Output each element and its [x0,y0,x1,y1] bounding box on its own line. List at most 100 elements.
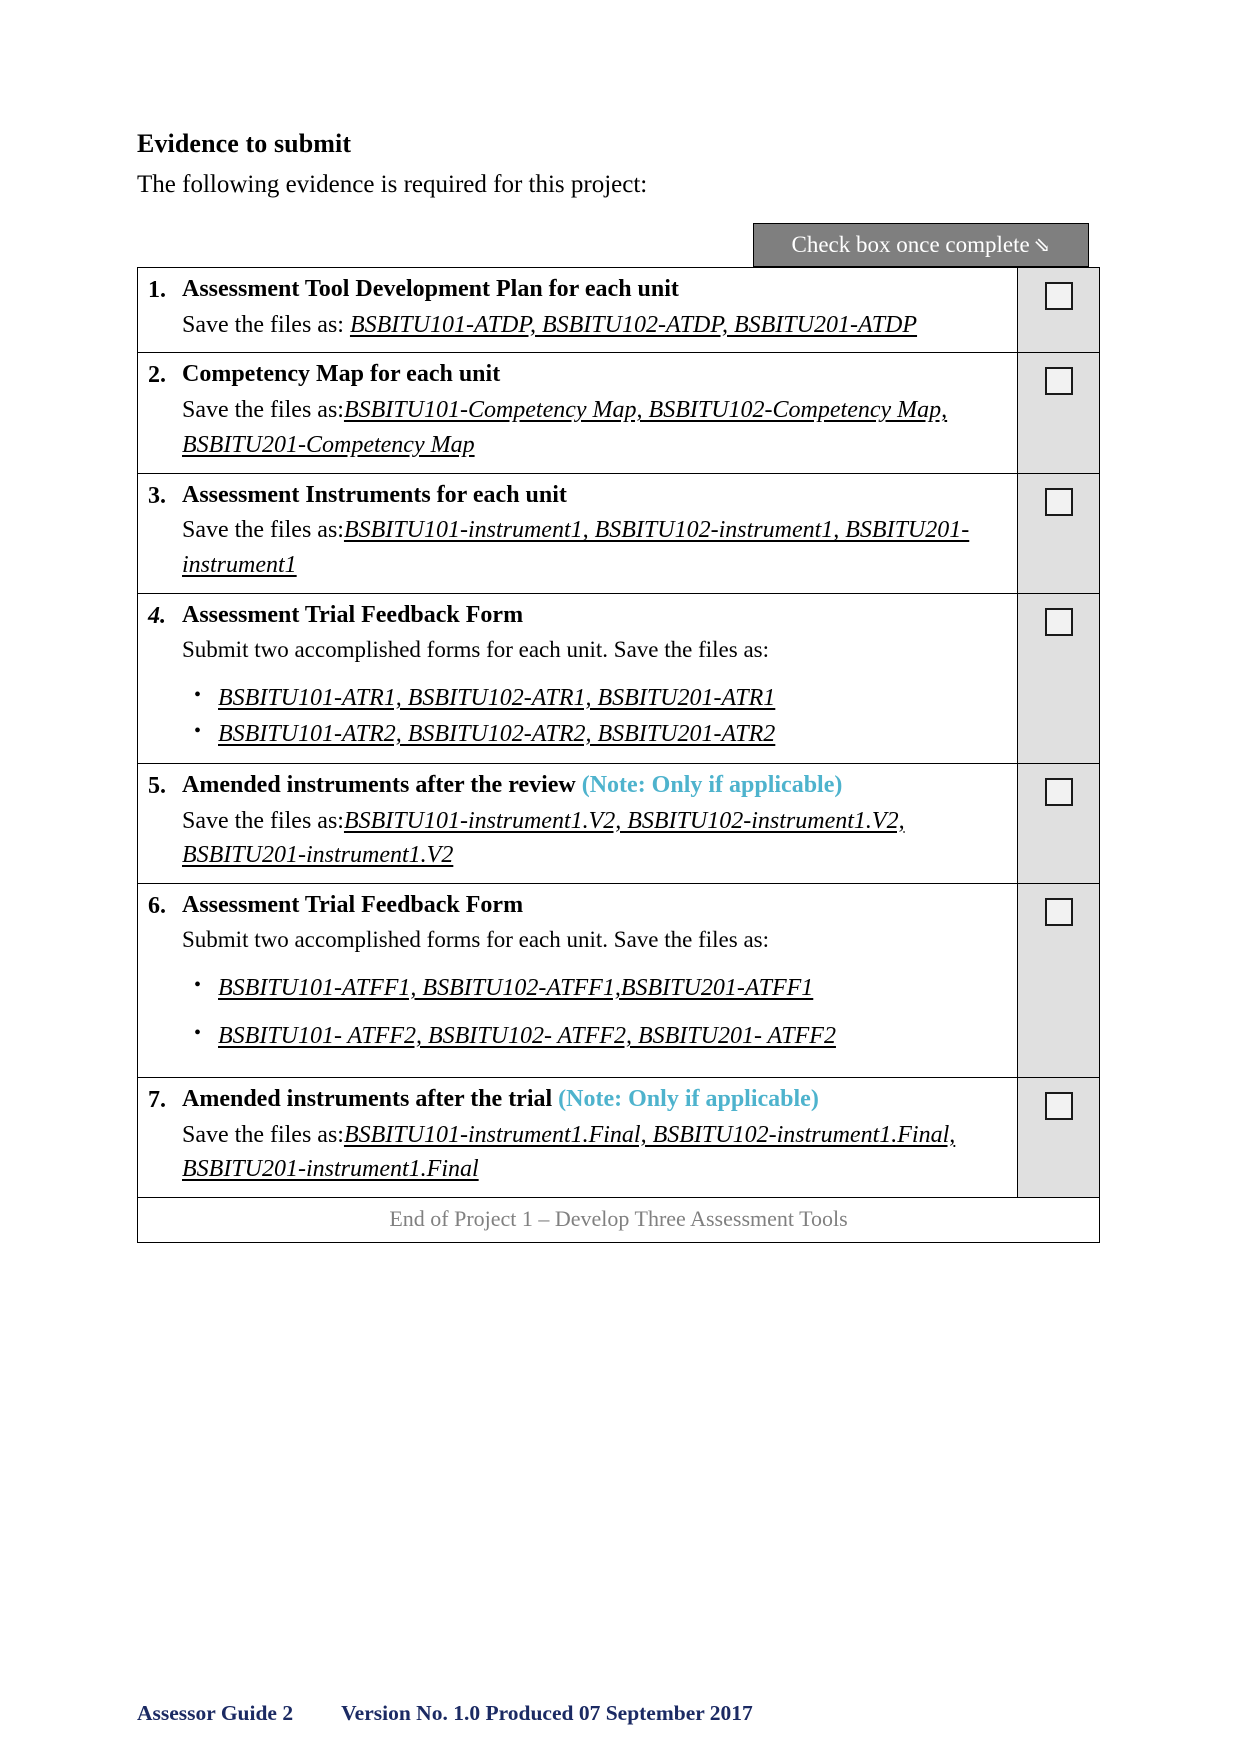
item-title: Amended instruments after the trial (Not… [182,1084,1007,1116]
checkbox-icon[interactable] [1044,777,1073,806]
page-title: Evidence to submit [137,129,352,158]
checkbox-icon[interactable] [1044,487,1073,516]
item-title-text: Assessment Trial Feedback Form [182,892,524,919]
evidence-item-3: 3. Assessment Instruments for each unit … [137,472,1018,595]
check-header-wrap: Check box once complete ⇘ [137,223,1097,267]
item-number: 5. [148,772,166,799]
save-label: Save the files as: [182,311,350,338]
item-sub-text: Submit two accomplished forms for each u… [182,636,770,662]
checkbox-icon[interactable] [1044,1092,1073,1121]
save-label: Save the files as: [182,517,344,544]
checkbox-icon[interactable] [1044,367,1073,396]
file-bullet-list: BSBITU101-ATR1, BSBITU102-ATR1, BSBITU20… [182,681,1007,751]
item-body: Competency Map for each unit Save the fi… [182,359,1007,462]
list-item: BSBITU101- ATFF2, BSBITU102- ATFF2, BSBI… [194,1019,1007,1053]
arrow-down-right-icon: ⇘ [1033,235,1051,257]
table-row: End of Project 1 – Develop Three Assessm… [137,1197,1100,1244]
item-layout: 7. Amended instruments after the trial (… [148,1084,1007,1187]
table-row: 6. Assessment Trial Feedback Form Submit… [137,883,1100,1079]
check-cell[interactable] [1017,1077,1100,1199]
item-layout: 6. Assessment Trial Feedback Form Submit… [148,890,1007,1067]
item-number: 2. [148,362,166,389]
item-body: Assessment Trial Feedback Form Submit tw… [182,600,1007,753]
page-content: Evidence to submit The following evidenc… [137,128,1100,1244]
check-cell[interactable] [1017,762,1100,885]
table-row: 4. Assessment Trial Feedback Form Submit… [137,593,1100,764]
check-cell[interactable] [1017,883,1100,1079]
item-title: Competency Map for each unit [182,359,1007,391]
document-page: Evidence to submit The following evidenc… [0,0,1241,1754]
item-title-text: Amended instruments after the review [182,771,582,798]
item-title: Assessment Trial Feedback Form [182,600,1007,632]
evidence-item-7: 7. Amended instruments after the trial (… [137,1077,1018,1199]
file-names: BSBITU101-ATDP, BSBITU102-ATDP, BSBITU20… [349,311,918,338]
file-names: BSBITU101-ATFF1, BSBITU102-ATFF1,BSBITU2… [218,974,814,1001]
checkbox-icon[interactable] [1044,608,1073,636]
table-row: 2. Competency Map for each unit Save the… [137,352,1100,474]
check-box-once-complete-header: Check box once complete ⇘ [753,223,1089,267]
save-label: Save the files as: [182,1121,344,1148]
item-title: Amended instruments after the review (No… [182,770,1007,802]
item-body: Assessment Tool Development Plan for eac… [182,274,1007,342]
check-header-label: Check box once complete [791,232,1030,257]
item-title: Assessment Tool Development Plan for eac… [182,274,1007,306]
item-number: 1. [148,277,166,303]
item-title-text: Assessment Trial Feedback Form [182,602,524,628]
list-item: BSBITU101-ATR2, BSBITU102-ATR2, BSBITU20… [194,717,1007,751]
table-row: 3. Assessment Instruments for each unit … [137,472,1100,595]
evidence-item-5: 5. Amended instruments after the review … [137,762,1018,885]
item-note: (Note: Only if applicable) [558,1086,819,1113]
evidence-item-4: 4. Assessment Trial Feedback Form Submit… [137,593,1018,764]
item-title-text: Amended instruments after the trial [182,1086,559,1113]
evidence-table: 1. Assessment Tool Development Plan for … [137,266,1100,1244]
item-title-text: Assessment Instruments for each unit [182,481,567,508]
item-number: 6. [148,893,166,920]
item-number: 3. [148,482,166,509]
table-row: 7. Amended instruments after the trial (… [137,1077,1100,1199]
item-layout: 3. Assessment Instruments for each unit … [148,480,1007,583]
list-item: BSBITU101-ATR1, BSBITU102-ATR1, BSBITU20… [194,681,1007,715]
item-body: Assessment Instruments for each unit Sav… [182,480,1007,583]
footer-guide: Assessor Guide 2 [137,1701,294,1726]
item-body: Amended instruments after the trial (Not… [182,1084,1007,1187]
file-bullet-list: BSBITU101-ATFF1, BSBITU102-ATFF1,BSBITU2… [182,971,1007,1053]
item-body: Assessment Trial Feedback Form Submit tw… [182,890,1007,1067]
evidence-item-6: 6. Assessment Trial Feedback Form Submit… [137,883,1018,1079]
save-label: Save the files as: [182,807,344,834]
check-cell[interactable] [1017,593,1100,764]
footer-version: Version No. 1.0 Produced 07 September 20… [341,1701,753,1726]
check-cell[interactable] [1017,266,1100,354]
item-layout: 5. Amended instruments after the review … [148,770,1007,873]
item-title-text: Assessment Tool Development Plan for eac… [182,276,679,302]
item-save-line: Save the files as:BSBITU101-Competency M… [182,393,1007,463]
check-cell[interactable] [1017,352,1100,474]
item-save-line: Save the files as:BSBITU101-instrument1.… [182,1118,1007,1188]
item-save-line: Save the files as:BSBITU101-instrument1.… [182,804,1007,874]
page-footer: Assessor Guide 2 Version No. 1.0 Produced… [137,1640,1037,1754]
item-layout: 1. Assessment Tool Development Plan for … [148,274,1007,342]
file-names: BSBITU101- ATFF2, BSBITU102- ATFF2, BSBI… [218,1022,836,1049]
end-of-project-note: End of Project 1 – Develop Three Assessm… [137,1197,1100,1244]
checkbox-icon[interactable] [1044,282,1073,310]
table-row: 1. Assessment Tool Development Plan for … [137,266,1100,354]
evidence-item-1: 1. Assessment Tool Development Plan for … [137,266,1018,354]
evidence-item-2: 2. Competency Map for each unit Save the… [137,352,1018,474]
item-sub-text: Submit two accomplished forms for each u… [182,926,770,952]
item-note: (Note: Only if applicable) [581,771,843,798]
item-save-line: Save the files as:BSBITU101-instrument1,… [182,513,1007,583]
file-names: BSBITU101-ATR1, BSBITU102-ATR1, BSBITU20… [218,684,776,711]
item-number: 4. [148,603,166,629]
item-title-text: Competency Map for each unit [182,361,501,388]
item-title: Assessment Trial Feedback Form [182,890,1007,922]
item-layout: 4. Assessment Trial Feedback Form Submit… [148,600,1007,753]
table-row: 5. Amended instruments after the review … [137,762,1100,885]
checkbox-icon[interactable] [1044,898,1073,927]
intro-paragraph: The following evidence is required for t… [137,170,648,198]
save-label: Save the files as: [182,397,344,424]
file-names: BSBITU101-ATR2, BSBITU102-ATR2, BSBITU20… [218,720,776,747]
footer-line-1: Assessor Guide 2 Version No. 1.0 Produced… [137,1699,1037,1729]
check-cell[interactable] [1017,472,1100,595]
item-title: Assessment Instruments for each unit [182,480,1007,512]
list-item: BSBITU101-ATFF1, BSBITU102-ATFF1,BSBITU2… [194,971,1007,1005]
item-layout: 2. Competency Map for each unit Save the… [148,359,1007,462]
